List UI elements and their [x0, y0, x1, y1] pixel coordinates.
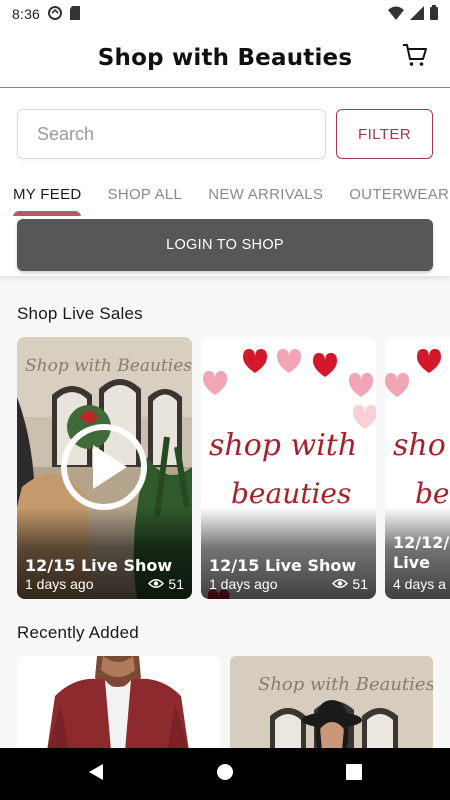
live-show-title: 12/15 Live Show [209, 556, 357, 575]
tab-my-feed[interactable]: MY FEED [0, 174, 95, 214]
system-nav-bar [0, 748, 450, 800]
back-icon [87, 763, 105, 786]
recents-button[interactable] [342, 762, 366, 786]
filter-button[interactable]: FILTER [336, 109, 433, 159]
svg-text:Shop with Beauties: Shop with Beauties [25, 356, 192, 376]
wifi-icon [388, 6, 404, 23]
svg-text:beauties: beauties [231, 477, 351, 510]
home-button[interactable] [213, 762, 237, 786]
status-time: 8:36 [12, 6, 41, 22]
product-image: Shop with Beauties [230, 656, 433, 751]
live-show-time: 1 days ago [25, 576, 94, 592]
category-tabs: MY FEED SHOP ALL NEW ARRIVALS OUTERWEAR [0, 172, 450, 216]
search-row: FILTER [17, 108, 433, 160]
live-show-card[interactable]: sho be 12/12/ Live 4 days a [385, 337, 450, 599]
svg-text:sho: sho [393, 428, 446, 463]
live-show-views: 51 [148, 576, 184, 592]
tab-outerwear[interactable]: OUTERWEAR [336, 174, 450, 214]
views-count: 51 [168, 576, 184, 592]
sd-card-icon [70, 5, 82, 23]
cart-icon [402, 43, 428, 72]
live-show-card[interactable]: shop with beauties 12/15 Live Show 1 day… [201, 337, 376, 599]
tab-shop-all[interactable]: SHOP ALL [95, 174, 196, 214]
live-show-time: 4 days a [393, 576, 446, 592]
live-show-time: 1 days ago [209, 576, 278, 592]
search-input[interactable] [17, 109, 326, 159]
battery-icon [430, 5, 438, 23]
svg-text:Shop with Beauties: Shop with Beauties [258, 674, 433, 695]
live-show-views: 51 [332, 576, 368, 592]
signal-icon [410, 5, 424, 23]
login-bar: LOGIN TO SHOP [0, 216, 450, 276]
eye-icon [148, 576, 165, 592]
live-show-card[interactable]: Shop with Beauties 12/15 Live Show 1 day… [17, 337, 192, 599]
product-image [17, 656, 220, 751]
home-icon [216, 763, 234, 786]
live-show-title: 12/12/ Live [393, 533, 450, 572]
views-count: 51 [352, 576, 368, 592]
app-header: Shop with Beauties [0, 28, 450, 88]
tab-new-arrivals[interactable]: NEW ARRIVALS [195, 174, 336, 214]
login-to-shop-button[interactable]: LOGIN TO SHOP [17, 219, 433, 271]
back-button[interactable] [84, 762, 108, 786]
live-show-title: 12/15 Live Show [25, 556, 173, 575]
svg-text:shop with: shop with [209, 428, 357, 463]
product-card[interactable]: Shop with Beauties [230, 656, 433, 751]
page-title: Shop with Beauties [97, 44, 353, 71]
recents-icon [346, 763, 362, 785]
eye-icon [332, 576, 349, 592]
product-card[interactable] [17, 656, 220, 751]
live-sales-heading: Shop Live Sales [17, 304, 143, 323]
svg-text:be: be [415, 477, 450, 510]
sync-icon [48, 5, 63, 23]
status-bar: 8:36 [0, 0, 450, 28]
app-screen: 8:36 Shop with Beauties Search FILTER MY… [0, 0, 450, 800]
cart-button[interactable] [400, 42, 430, 72]
recently-added-heading: Recently Added [17, 623, 139, 642]
